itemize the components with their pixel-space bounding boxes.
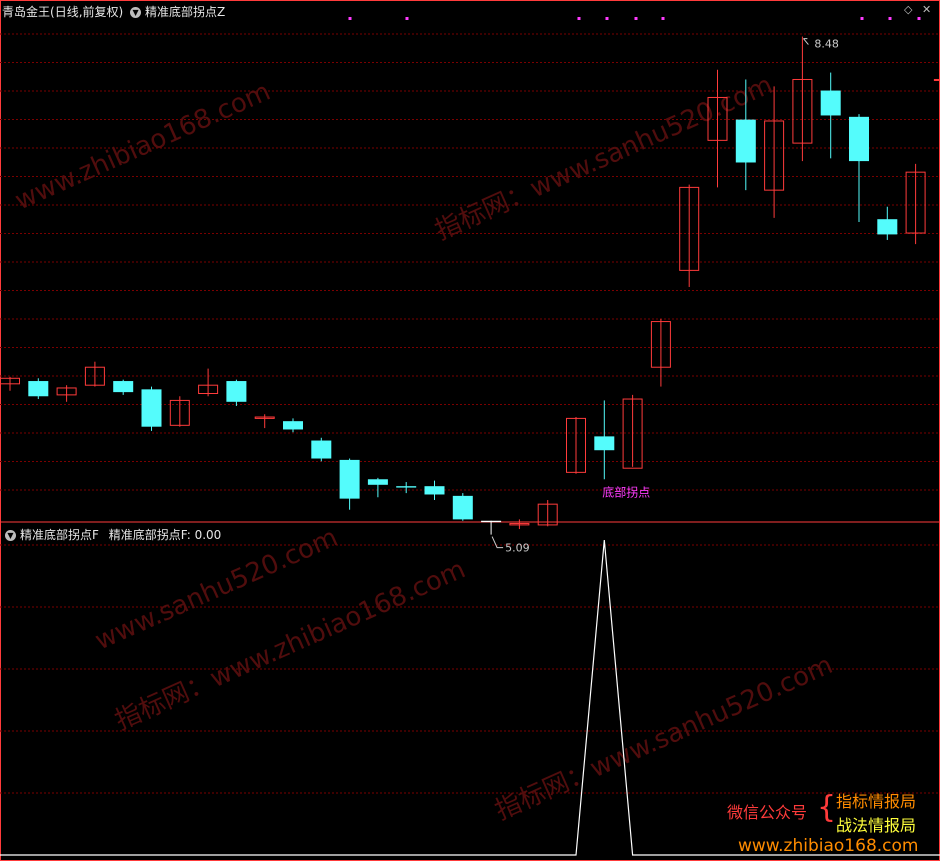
candle-body-down — [28, 381, 49, 397]
candle-body-down — [594, 436, 615, 451]
candle-body-down — [311, 440, 332, 459]
sub-indicator-value: 精准底部拐点F: 0.00 — [108, 528, 222, 542]
period-label: (日线,前复权) — [50, 5, 124, 19]
candle-body-down — [877, 219, 898, 235]
main-chart-header: 青岛金王(日线,前复权) ▼ 精准底部拐点Z — [2, 3, 225, 20]
signal-dot — [661, 17, 665, 20]
candle-body-down — [424, 486, 445, 495]
signal-dot — [888, 17, 892, 20]
candle-body-up — [933, 78, 940, 81]
signal-dot — [577, 17, 581, 20]
signal-dot — [605, 17, 609, 20]
candle-body-down — [226, 381, 247, 402]
candle-body-down — [113, 381, 134, 393]
watermark-text: 指标网：www.zhibiao168.com — [111, 554, 470, 736]
brand-line1: 指标情报局 — [836, 792, 917, 811]
candle-body-down — [141, 389, 162, 427]
chart-canvas: www.zhibiao168.com 指标网：www.sanhu520.com ww… — [0, 0, 940, 861]
low-price-label: 5.09 — [505, 542, 529, 555]
close-icon[interactable]: ✕ — [922, 3, 931, 16]
high-marker-arrow — [803, 38, 809, 45]
bottom-signal-label: 底部拐点 — [602, 484, 650, 499]
candle-body-down — [396, 486, 417, 488]
main-indicator-name[interactable]: 精准底部拐点Z — [145, 5, 225, 19]
candle-body-down — [283, 421, 303, 430]
sub-chart-header: ▼ 精准底部拐点F 精准底部拐点F: 0.00 — [2, 526, 221, 543]
signal-dot — [405, 17, 409, 20]
stock-name: 青岛金王 — [2, 5, 51, 19]
low-marker-arrow — [491, 536, 504, 549]
watermark-text: www.zhibiao168.com — [11, 77, 275, 217]
signal-dot — [634, 17, 638, 20]
candle-body-down — [339, 459, 360, 499]
maximize-icon[interactable]: ◇ — [904, 3, 912, 16]
high-price-label: 8.48 — [814, 38, 839, 51]
watermark-text: 指标网：www.sanhu520.com — [431, 70, 778, 246]
signal-dot — [860, 17, 864, 20]
candle-body-down — [735, 119, 756, 163]
candle-body-down — [481, 520, 502, 523]
watermark-layer: www.zhibiao168.com 指标网：www.sanhu520.comww… — [11, 70, 838, 826]
candle-body-down — [849, 116, 869, 162]
signal-dot — [348, 17, 352, 20]
brand-brace: { — [817, 790, 837, 825]
signal-dot — [917, 17, 921, 20]
brand-site: www.zhibiao168.com — [738, 836, 919, 856]
candle-body-down — [820, 90, 841, 116]
brand-wechat: 微信公众号 — [727, 803, 808, 822]
candle-body-down — [367, 479, 388, 485]
candle-layer — [0, 36, 940, 535]
candle-body-down — [452, 495, 473, 520]
indicator-dropdown-icon[interactable]: ▼ — [130, 7, 142, 18]
sub-indicator-dropdown-icon[interactable]: ▼ — [5, 530, 16, 541]
sub-indicator-name[interactable]: 精准底部拐点F — [20, 528, 99, 542]
brand-line2: 战法情报局 — [836, 816, 917, 835]
grid-layer — [0, 0, 940, 861]
